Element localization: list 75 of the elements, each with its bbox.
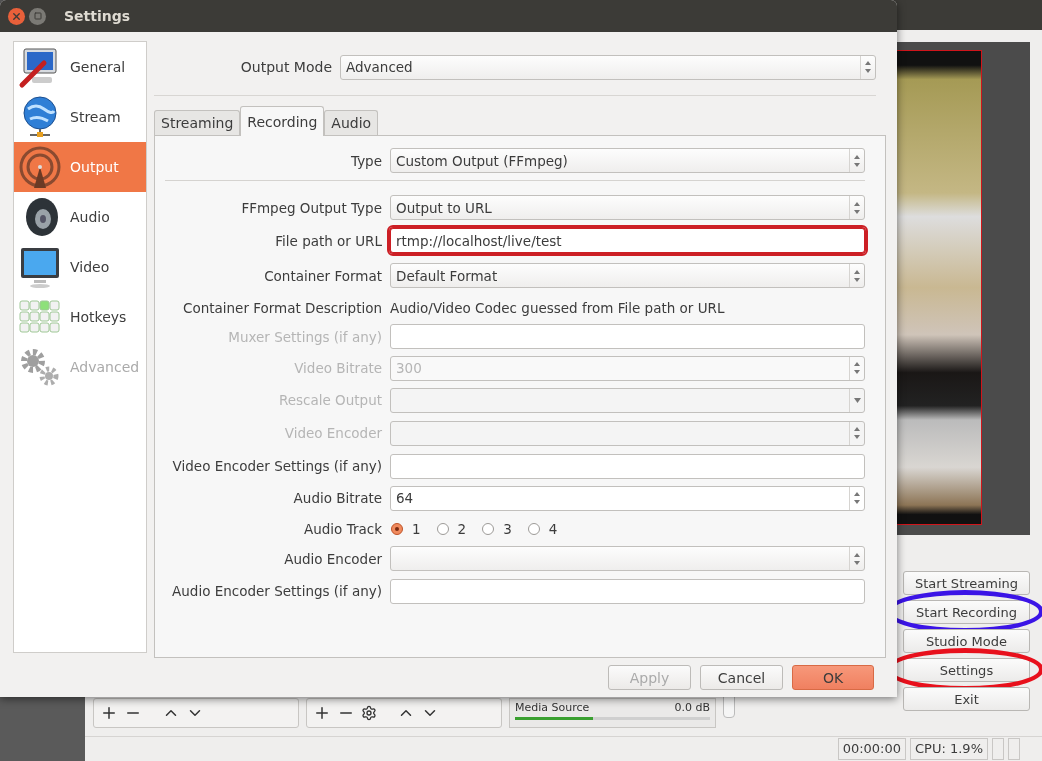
dialog-button[interactable]: OK <box>792 665 874 690</box>
description-text: Audio/Video Codec guessed from File path or URL <box>390 299 725 316</box>
up-down-arrows-icon <box>854 362 860 374</box>
sidebar-item[interactable]: Hotkeys <box>14 292 146 342</box>
field-label: Muxer Settings (if any) <box>227 328 382 345</box>
sidebar-item[interactable]: Audio <box>14 192 146 242</box>
field-label: Type <box>350 152 382 169</box>
field-label: FFmpeg Output Type <box>240 199 382 216</box>
plus-icon[interactable] <box>313 704 331 722</box>
radio-option[interactable]: 3 <box>481 519 513 538</box>
maximize-button[interactable] <box>29 7 46 25</box>
sidebar-label: General <box>70 59 126 75</box>
up-down-arrows-icon <box>854 552 860 565</box>
input-field[interactable]: rtmp://localhost/live/test <box>390 228 865 253</box>
input-field[interactable] <box>390 578 865 604</box>
input-field[interactable] <box>390 453 865 479</box>
time-readout: 00:00:00 <box>837 738 906 760</box>
dialog-button[interactable]: Cancel <box>700 665 783 690</box>
up-down-arrows-icon <box>854 154 860 167</box>
monitor-icon <box>18 245 62 289</box>
dropdown-arrow-icon <box>853 397 861 403</box>
up-down-arrows-icon <box>854 201 860 214</box>
control-button[interactable]: Start Recording <box>903 600 1030 624</box>
field-label: Container Format <box>263 267 382 284</box>
field-label: Output Mode <box>239 59 332 75</box>
sidebar-label: Advanced <box>70 359 140 375</box>
sidebar-label: Video <box>70 259 110 275</box>
up-down-arrows-icon <box>854 492 860 504</box>
sidebar-item[interactable]: General <box>14 42 146 92</box>
sidebar-item[interactable]: Video <box>14 242 146 292</box>
antenna-icon <box>18 145 62 189</box>
up-down-arrows-icon <box>865 61 871 73</box>
radio-option[interactable]: 2 <box>435 519 468 538</box>
tab[interactable]: Streaming <box>154 110 241 135</box>
sidebar-label: Hotkeys <box>70 309 127 325</box>
dropdown[interactable]: Advanced <box>340 54 876 80</box>
settings-icon[interactable] <box>361 705 377 721</box>
field-label: Container Format Description <box>182 299 382 316</box>
control-button[interactable]: Start Streaming <box>903 571 1030 595</box>
status-cell <box>992 738 1004 760</box>
field-label: Video Encoder <box>283 425 382 441</box>
up-down-arrows-icon <box>854 269 860 282</box>
field-label: Rescale Output <box>277 392 382 408</box>
field-label: Video Bitrate <box>293 360 382 376</box>
plus-icon[interactable] <box>100 704 118 722</box>
sidebar-label: Output <box>70 159 119 175</box>
spin-field[interactable]: 64 <box>390 485 865 511</box>
field-label: Video Encoder Settings (if any) <box>171 458 382 474</box>
control-button[interactable]: Exit <box>903 687 1030 711</box>
cpu-readout: CPU: 1.9% <box>910 738 988 760</box>
dialog-title: Settings <box>64 8 131 24</box>
control-button[interactable]: Settings <box>903 658 1030 682</box>
dropdown[interactable]: Custom Output (FFmpeg) <box>390 148 865 173</box>
square-icon <box>33 12 42 20</box>
sidebar-item[interactable]: Stream <box>14 92 146 142</box>
status-cell <box>1008 738 1020 760</box>
volume-reading: 0.0 dB <box>674 701 710 714</box>
field-label: File path or URL <box>274 232 382 249</box>
source-name: Media Source <box>515 701 590 714</box>
field-label: Audio Encoder Settings (if any) <box>171 583 382 599</box>
tab[interactable]: Audio <box>324 110 379 135</box>
tab[interactable]: Recording <box>240 106 325 136</box>
sidebar-label: Audio <box>70 209 110 225</box>
up-down-arrows-icon <box>854 427 860 439</box>
close-button[interactable] <box>8 7 25 25</box>
control-button[interactable]: Studio Mode <box>903 629 1030 653</box>
dropdown[interactable]: Default Format <box>390 263 865 288</box>
close-icon <box>11 10 22 22</box>
field-label: Audio Encoder <box>283 550 382 567</box>
field-label: Audio Track <box>303 520 382 537</box>
sidebar-label: Stream <box>70 109 121 125</box>
radio-option[interactable]: 4 <box>526 519 559 538</box>
radio-option[interactable]: 1 <box>390 519 422 538</box>
dropdown[interactable]: Output to URL <box>390 195 865 220</box>
field-label: Audio Bitrate <box>292 490 382 506</box>
